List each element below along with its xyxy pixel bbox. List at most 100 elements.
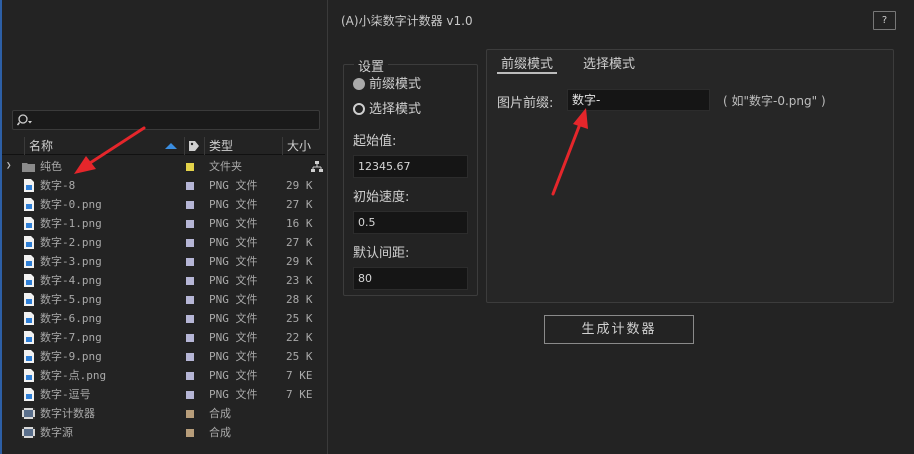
item-type: PNG 文件 (209, 198, 258, 211)
item-type: PNG 文件 (209, 312, 258, 325)
label-color-swatch[interactable] (186, 258, 194, 266)
label-color-swatch[interactable] (186, 296, 194, 304)
project-list-item[interactable]: ❯ 纯色 文件夹 (2, 157, 325, 176)
default-spacing-label: 默认间距: (353, 246, 410, 261)
label-color-swatch[interactable] (186, 429, 194, 437)
label-color-swatch[interactable] (186, 315, 194, 323)
item-type: PNG 文件 (209, 331, 258, 344)
item-type: PNG 文件 (209, 369, 258, 382)
column-type-header[interactable]: 类型 (204, 137, 282, 155)
image-prefix-input[interactable]: 数字- (567, 89, 710, 111)
item-name: 数字计数器 (40, 407, 95, 420)
project-search-input[interactable] (12, 110, 320, 130)
image-prefix-hint: ( 如"数字-0.png" ) (723, 94, 826, 108)
item-size: 25 K (286, 350, 313, 363)
project-list-item[interactable]: 数字-0.png PNG 文件 27 K (2, 195, 325, 214)
project-list-item[interactable]: 数字-点.png PNG 文件 7 KE (2, 366, 325, 385)
project-column-header: 名称 类型 大小 (2, 137, 325, 155)
mode-tab-panel: 前缀模式 选择模式 图片前缀: 数字- ( 如"数字-0.png" ) (486, 49, 894, 303)
radio-prefix-mode[interactable]: 前缀模式 (353, 76, 421, 94)
image-prefix-label: 图片前缀: (497, 96, 554, 111)
png-file-icon (24, 217, 34, 230)
png-file-icon (24, 274, 34, 287)
project-list-item[interactable]: 数字计数器 合成 (2, 404, 325, 423)
default-spacing-input[interactable]: 80 (353, 267, 468, 290)
radio-select-mode[interactable]: 选择模式 (353, 101, 421, 119)
tab-prefix-mode[interactable]: 前缀模式 (497, 56, 558, 74)
item-type: PNG 文件 (209, 274, 258, 287)
start-value-input[interactable]: 12345.67 (353, 155, 468, 178)
label-color-swatch[interactable] (186, 201, 194, 209)
png-file-icon (24, 388, 34, 401)
radio-selected-icon (353, 78, 365, 90)
item-type: 文件夹 (209, 160, 242, 173)
project-list-item[interactable]: 数字-4.png PNG 文件 23 K (2, 271, 325, 290)
initial-speed-label: 初始速度: (353, 190, 410, 205)
item-type: PNG 文件 (209, 388, 258, 401)
item-type: 合成 (209, 426, 231, 439)
item-name: 纯色 (40, 160, 62, 173)
project-list-item[interactable]: 数字源 合成 (2, 423, 325, 442)
flowchart-icon[interactable] (310, 160, 324, 174)
png-file-icon (24, 369, 34, 382)
item-size: 16 K (286, 217, 313, 230)
item-name: 数字-2.png (40, 236, 102, 249)
label-color-swatch[interactable] (186, 391, 194, 399)
composition-icon (22, 408, 35, 419)
item-size: 29 K (286, 179, 313, 192)
label-color-swatch[interactable] (186, 353, 194, 361)
png-file-icon (24, 179, 34, 192)
item-size: 22 K (286, 331, 313, 344)
initial-speed-input[interactable]: 0.5 (353, 211, 468, 234)
item-name: 数字-3.png (40, 255, 102, 268)
column-name-header[interactable]: 名称 (24, 137, 184, 155)
item-name: 数字-6.png (40, 312, 102, 325)
folder-icon (22, 163, 35, 172)
label-color-swatch[interactable] (186, 239, 194, 247)
item-name: 数字-点.png (40, 369, 107, 382)
project-list-item[interactable]: 数字-9.png PNG 文件 25 K (2, 347, 325, 366)
composition-icon (22, 427, 35, 438)
generate-counter-button[interactable]: 生成计数器 (544, 315, 694, 344)
label-color-swatch[interactable] (186, 334, 194, 342)
plugin-panel: (A)小柒数字计数器 v1.0 ? 设置 前缀模式 选择模式 起始值: 1234… (327, 0, 914, 454)
item-type: PNG 文件 (209, 293, 258, 306)
project-list-item[interactable]: 数字-逗号 PNG 文件 7 KE (2, 385, 325, 404)
item-size: 27 K (286, 198, 313, 211)
sort-ascending-icon (165, 143, 177, 149)
item-type: PNG 文件 (209, 179, 258, 192)
png-file-icon (24, 255, 34, 268)
label-color-swatch[interactable] (186, 220, 194, 228)
item-type: 合成 (209, 407, 231, 420)
item-name: 数字-1.png (40, 217, 102, 230)
label-color-swatch[interactable] (186, 410, 194, 418)
project-preview-area (2, 0, 325, 105)
project-file-list: ❯ 纯色 文件夹 数字-8 PNG 文件 29 K 数字-0.png PNG 文件 27 K 数字… (2, 157, 325, 442)
project-list-item[interactable]: 数字-7.png PNG 文件 22 K (2, 328, 325, 347)
item-name: 数字-0.png (40, 198, 102, 211)
tab-select-mode[interactable]: 选择模式 (579, 56, 639, 74)
project-list-item[interactable]: 数字-6.png PNG 文件 25 K (2, 309, 325, 328)
search-icon (17, 114, 32, 126)
column-label-header[interactable] (184, 137, 204, 155)
item-type: PNG 文件 (209, 236, 258, 249)
label-color-swatch[interactable] (186, 372, 194, 380)
label-tag-icon (189, 141, 199, 151)
label-color-swatch[interactable] (186, 277, 194, 285)
project-list-item[interactable]: 数字-8 PNG 文件 29 K (2, 176, 325, 195)
label-color-swatch[interactable] (186, 182, 194, 190)
item-type: PNG 文件 (209, 350, 258, 363)
project-panel: 名称 类型 大小 ❯ 纯色 文件夹 数字-8 PNG 文件 29 K 数字-0.png PNG… (0, 0, 325, 454)
item-size: 7 KE (286, 388, 313, 401)
project-list-item[interactable]: 数字-1.png PNG 文件 16 K (2, 214, 325, 233)
project-list-item[interactable]: 数字-2.png PNG 文件 27 K (2, 233, 325, 252)
help-button[interactable]: ? (873, 11, 896, 30)
png-file-icon (24, 312, 34, 325)
column-size-header[interactable]: 大小 (282, 137, 325, 155)
project-list-item[interactable]: 数字-3.png PNG 文件 29 K (2, 252, 325, 271)
label-color-swatch[interactable] (186, 163, 194, 171)
expand-chevron-icon[interactable]: ❯ (6, 157, 11, 176)
item-type: PNG 文件 (209, 217, 258, 230)
project-list-item[interactable]: 数字-5.png PNG 文件 28 K (2, 290, 325, 309)
settings-legend: 设置 (354, 56, 389, 75)
